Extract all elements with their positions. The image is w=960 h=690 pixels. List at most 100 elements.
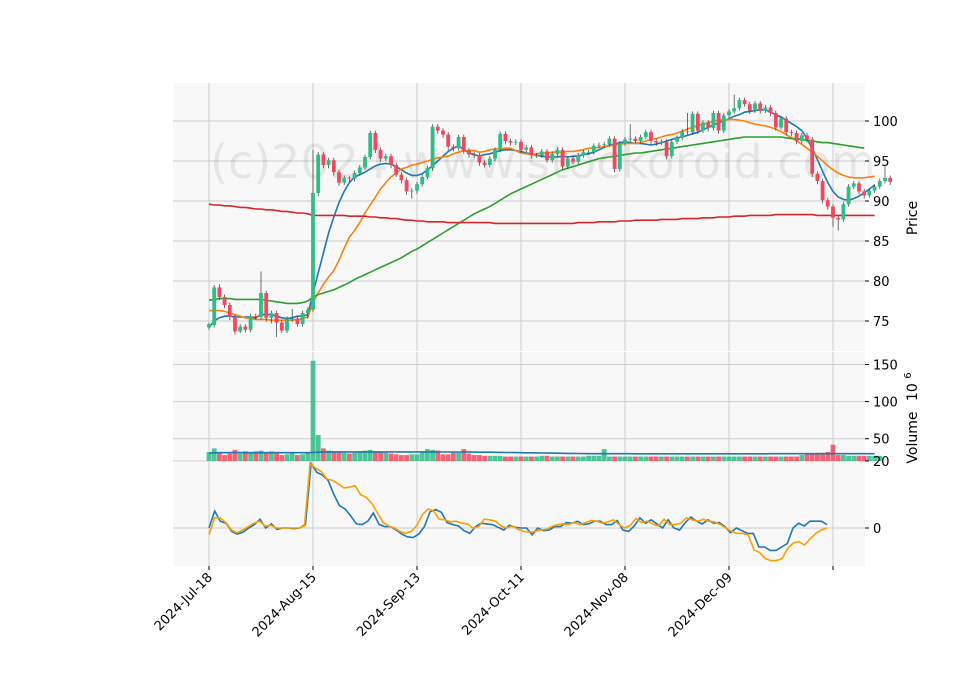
candle-body: [773, 113, 778, 128]
candle-body: [815, 173, 820, 181]
volume-bar: [237, 453, 243, 461]
volume-bar: [388, 453, 394, 461]
volume-bar: [721, 456, 727, 461]
volume-bar: [581, 456, 586, 461]
volume-bar: [315, 435, 321, 461]
candle-body: [623, 139, 627, 144]
candle-body: [321, 154, 326, 165]
candle-body: [539, 151, 544, 156]
volume-bar: [841, 455, 846, 461]
candle-body: [825, 200, 830, 207]
candle-body: [721, 115, 726, 131]
volume-bar: [393, 454, 399, 461]
candle-body: [238, 326, 243, 332]
candle-body: [597, 145, 601, 146]
candle-body: [643, 132, 648, 137]
candle-body: [768, 107, 773, 113]
candle-body: [430, 126, 435, 169]
y-tick-label: 100: [873, 115, 898, 130]
candle-body: [264, 293, 269, 318]
candle-body: [467, 150, 471, 155]
candle-body: [545, 151, 549, 161]
candle: [841, 201, 846, 222]
candle-body: [300, 313, 305, 325]
volume-bar: [711, 456, 716, 461]
candle: [560, 147, 565, 170]
volume-bar: [633, 456, 638, 461]
candle-body: [560, 149, 565, 167]
candle-body: [425, 168, 430, 177]
candle-body: [461, 137, 466, 151]
candle-body: [841, 204, 846, 220]
volume-bar: [643, 456, 649, 461]
candle-body: [883, 177, 887, 181]
volume-bar: [279, 455, 285, 461]
candle-body: [659, 141, 664, 143]
volume-bar: [534, 456, 539, 461]
volume-bar: [305, 452, 311, 461]
candle: [711, 110, 716, 131]
volume-bar: [669, 456, 675, 461]
candle-body: [695, 113, 700, 131]
candle-body: [607, 138, 612, 145]
candle-body: [274, 313, 279, 323]
candle-body: [217, 287, 222, 297]
candle-body: [602, 144, 607, 145]
oscillator-y-ticks: 0: [865, 522, 881, 537]
candle-body: [753, 103, 757, 111]
candle-body: [337, 172, 341, 183]
candle-body: [742, 100, 747, 105]
volume-bar: [570, 456, 576, 461]
volume-bar: [575, 456, 581, 461]
x-tick-label: 2024-Oct-11: [459, 570, 527, 638]
volume-bar: [695, 456, 701, 461]
volume-bar: [409, 454, 415, 461]
watermark: (c)2024 www.stockoroid.com: [210, 135, 876, 189]
candle-body: [207, 324, 211, 328]
candle-body: [357, 167, 362, 173]
volume-bar: [700, 456, 706, 461]
candle-body: [716, 113, 721, 131]
candle-body: [820, 181, 825, 201]
volume-bar: [341, 452, 347, 461]
candle-body: [685, 131, 690, 133]
volume-bar: [726, 456, 732, 461]
candle-body: [529, 147, 534, 156]
volume-bar: [622, 456, 628, 461]
volume-bar: [601, 449, 607, 461]
candle-body: [565, 158, 570, 167]
candle-body: [633, 138, 638, 141]
price-axis-label: Price: [905, 201, 921, 235]
candle-body: [316, 154, 321, 193]
volume-bar: [310, 360, 316, 461]
y-tick-label: 150: [873, 359, 898, 374]
volume-bar: [497, 455, 503, 461]
candle-body: [586, 152, 591, 153]
volume-bar: [487, 455, 493, 461]
volume-bar: [289, 453, 295, 461]
y-tick-label: 0: [873, 522, 881, 537]
x-tick-label: 2024-Jul-18: [152, 570, 216, 634]
volume-bar: [596, 455, 602, 461]
candle: [612, 136, 617, 173]
candle-body: [311, 193, 315, 310]
candle-body: [591, 145, 596, 153]
candle-body: [888, 177, 893, 182]
candle-body: [690, 113, 695, 133]
candle: [669, 139, 674, 159]
candle: [617, 141, 622, 172]
volume-bar: [492, 455, 498, 461]
candle: [373, 130, 378, 153]
candle-body: [233, 317, 237, 332]
volume-bar: [627, 456, 633, 461]
volume-bar: [617, 456, 623, 461]
candle-body: [701, 122, 705, 131]
volume-bar: [747, 456, 753, 461]
volume-bar: [846, 455, 851, 461]
candle-body: [383, 156, 388, 159]
candle-body: [378, 149, 383, 159]
candle-body: [862, 191, 867, 196]
candle-body: [227, 305, 232, 317]
volume-bar: [539, 455, 545, 461]
volume-bar: [471, 455, 477, 461]
